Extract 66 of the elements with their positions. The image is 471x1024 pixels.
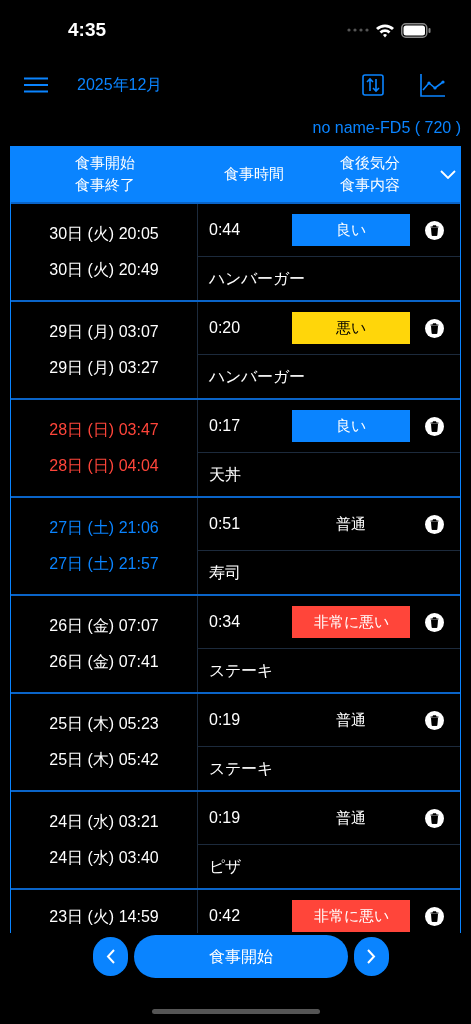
- end-time: 30日 (火) 20:49: [49, 260, 159, 280]
- start-meal-button[interactable]: 食事開始: [133, 935, 348, 978]
- mood-label: 普通: [335, 807, 367, 828]
- next-button[interactable]: [353, 937, 389, 976]
- start-time: 26日 (金) 07:07: [49, 616, 159, 636]
- meal-duration: 0:19: [209, 710, 242, 730]
- end-time: 28日 (日) 04:04: [49, 456, 159, 476]
- signal-icon: [347, 27, 369, 33]
- trash-icon[interactable]: [425, 318, 444, 338]
- wifi-icon: [375, 22, 395, 38]
- end-time: 25日 (木) 05:42: [49, 750, 159, 770]
- battery-icon: [401, 22, 431, 38]
- menu-icon[interactable]: [24, 77, 48, 93]
- column-header[interactable]: 食事内容: [340, 174, 400, 196]
- meal-duration: 0:17: [209, 416, 242, 436]
- food-name: 寿司: [209, 562, 241, 583]
- chart-icon[interactable]: [420, 73, 445, 97]
- start-time: 23日 (火) 14:59: [49, 907, 159, 927]
- start-time: 30日 (火) 20:05: [49, 224, 159, 244]
- mood-label: 悪い: [292, 312, 410, 344]
- mood-label: 普通: [335, 513, 367, 534]
- sort-icon[interactable]: [362, 74, 384, 96]
- trash-icon[interactable]: [425, 808, 444, 828]
- column-header[interactable]: 食後気分: [340, 152, 400, 174]
- meal-duration: 0:34: [209, 612, 242, 632]
- mood-label: 非常に悪い: [292, 606, 410, 638]
- start-time: 25日 (木) 05:23: [49, 714, 159, 734]
- trash-icon[interactable]: [425, 220, 444, 240]
- start-time: 29日 (月) 03:07: [49, 322, 159, 342]
- trash-icon[interactable]: [425, 514, 444, 534]
- food-name: 天丼: [209, 464, 241, 485]
- trash-icon[interactable]: [425, 416, 444, 436]
- trash-icon[interactable]: [425, 710, 444, 730]
- month-title[interactable]: 2025年12月: [77, 73, 163, 97]
- food-name: ステーキ: [209, 758, 273, 779]
- meal-duration: 0:42: [209, 906, 242, 926]
- end-time: 26日 (金) 07:41: [49, 652, 159, 672]
- start-time: 28日 (日) 03:47: [49, 420, 159, 440]
- meal-duration: 0:44: [209, 220, 242, 240]
- food-name: ステーキ: [209, 660, 273, 681]
- mood-label: 良い: [292, 410, 410, 442]
- food-name: ピザ: [209, 856, 241, 877]
- food-name: ハンバーガー: [209, 366, 305, 387]
- chevron-left-icon: [105, 949, 115, 964]
- column-header[interactable]: 食事時間: [224, 163, 284, 185]
- trash-icon[interactable]: [425, 906, 444, 926]
- chevron-down-icon[interactable]: [440, 169, 456, 179]
- end-time: 27日 (土) 21:57: [49, 554, 159, 574]
- meal-duration: 0:51: [209, 514, 242, 534]
- meal-duration: 0:20: [209, 318, 242, 338]
- column-header[interactable]: 食事開始: [74, 152, 135, 174]
- previous-button[interactable]: [92, 937, 128, 976]
- food-name: ハンバーガー: [209, 268, 305, 289]
- meal-duration: 0:19: [209, 808, 242, 828]
- trash-icon[interactable]: [425, 612, 444, 632]
- start-time: 27日 (土) 21:06: [49, 518, 159, 538]
- mood-label: 良い: [292, 214, 410, 246]
- start-time: 24日 (水) 03:21: [49, 812, 159, 832]
- column-header[interactable]: 食事終了: [74, 174, 135, 196]
- end-time: 24日 (水) 03:40: [49, 848, 159, 868]
- status-time: 4:35: [68, 17, 107, 42]
- chevron-right-icon: [366, 949, 376, 964]
- end-time: 29日 (月) 03:27: [49, 358, 159, 378]
- mood-label: 非常に悪い: [292, 900, 410, 932]
- device-label: no name-FD5 ( 720 ): [312, 118, 461, 138]
- mood-label: 普通: [335, 709, 367, 730]
